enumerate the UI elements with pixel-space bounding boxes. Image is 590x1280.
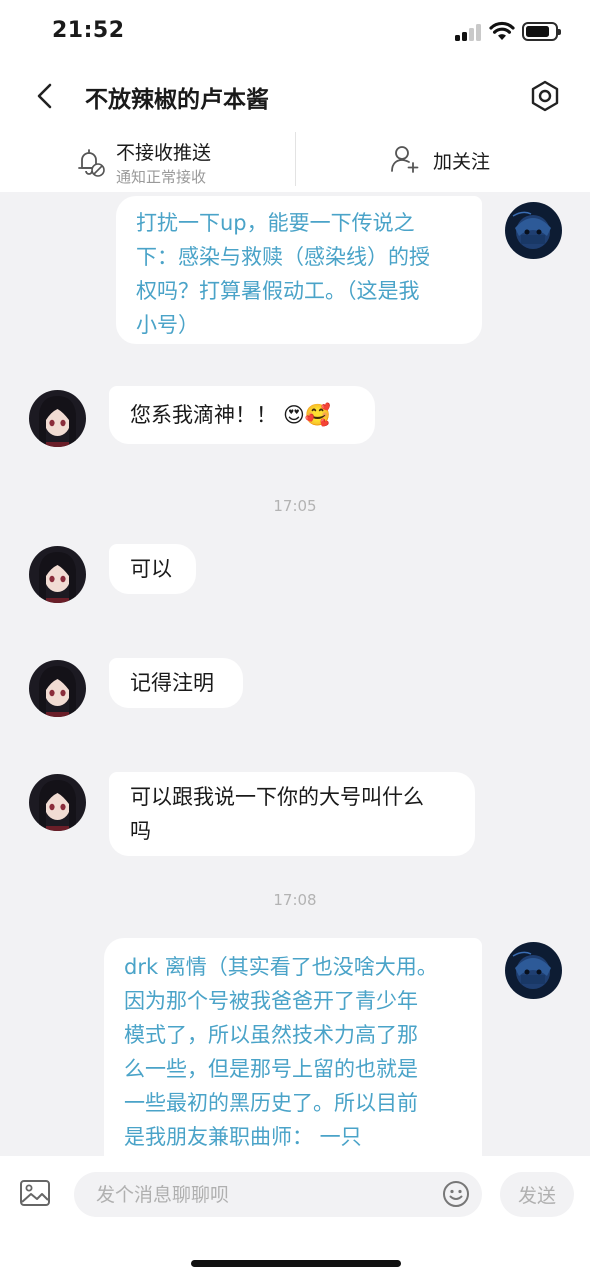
push-notification-toggle[interactable]: 不接收推送 通知正常接收	[74, 134, 274, 188]
action-row: 不接收推送 通知正常接收 加关注	[0, 128, 590, 192]
push-toggle-label: 不接收推送	[116, 142, 212, 164]
follow-label: 加关注	[433, 151, 491, 173]
incoming-message-bubble[interactable]: 可以跟我说一下你的大号叫什么 吗	[109, 772, 475, 856]
my-avatar[interactable]	[505, 942, 562, 999]
contact-avatar-image	[29, 660, 86, 717]
message-text: 您系我滴神！！	[130, 403, 277, 427]
wifi-icon	[489, 21, 515, 40]
message-text: 可以	[130, 557, 172, 581]
home-area	[0, 1236, 590, 1280]
image-icon	[20, 1180, 50, 1206]
my-avatar[interactable]	[505, 202, 562, 259]
send-button[interactable]: 发送	[500, 1172, 574, 1217]
back-button[interactable]	[28, 78, 64, 114]
image-picker-button[interactable]	[18, 1176, 52, 1210]
incoming-message-bubble[interactable]: 您系我滴神！！ 😍🥰	[109, 386, 375, 444]
push-toggle-sublabel: 通知正常接收	[116, 168, 207, 186]
page-title: 不放辣椒的卢本酱	[85, 87, 269, 113]
incoming-message-bubble[interactable]: 记得注明	[109, 658, 243, 708]
home-indicator[interactable]	[191, 1260, 401, 1267]
contact-avatar[interactable]	[29, 660, 86, 717]
back-arrow-icon	[37, 83, 52, 109]
status-time: 21:52	[52, 18, 125, 43]
message-text: drk 离情（其实看了也没啥大用。 因为那个号被我爸爸开了青少年 模式了，所以虽…	[124, 955, 438, 1149]
contact-avatar-image	[29, 390, 86, 447]
cellular-signal-icon	[455, 23, 483, 41]
outgoing-message-bubble[interactable]: 打扰一下up，能要一下传说之 下：感染与救赎（感染线）的授 权吗？打算暑假动工。…	[116, 196, 482, 344]
hexagon-settings-icon	[531, 80, 559, 112]
user-plus-icon	[391, 146, 419, 173]
input-bar: 发送	[0, 1156, 590, 1236]
message-text: 可以跟我说一下你的大号叫什么 吗	[130, 785, 424, 843]
message-emoji: 😍🥰	[283, 403, 332, 427]
my-avatar-image	[505, 942, 562, 999]
my-avatar-image	[505, 202, 562, 259]
outgoing-message-bubble[interactable]: drk 离情（其实看了也没啥大用。 因为那个号被我爸爸开了青少年 模式了，所以虽…	[104, 938, 482, 1156]
chat-area[interactable]: 打扰一下up，能要一下传说之 下：感染与救赎（感染线）的授 权吗？打算暑假动工。…	[0, 192, 590, 1156]
nav-bar: 不放辣椒的卢本酱	[0, 64, 590, 128]
incoming-message-bubble[interactable]: 可以	[109, 544, 196, 594]
message-input[interactable]	[74, 1172, 482, 1217]
bell-off-icon	[78, 149, 105, 177]
contact-avatar-image	[29, 774, 86, 831]
follow-button[interactable]: 加关注	[390, 140, 510, 180]
message-timestamp: 17:05	[273, 497, 317, 515]
emoji-button[interactable]	[442, 1180, 470, 1208]
battery-icon	[522, 22, 561, 41]
contact-avatar[interactable]	[29, 390, 86, 447]
message-text: 记得注明	[130, 671, 214, 695]
contact-avatar[interactable]	[29, 546, 86, 603]
action-divider	[295, 132, 296, 186]
settings-button[interactable]	[526, 77, 564, 115]
message-timestamp: 17:08	[273, 891, 317, 909]
contact-avatar-image	[29, 546, 86, 603]
emoji-icon	[443, 1181, 469, 1207]
message-text: 打扰一下up，能要一下传说之 下：感染与救赎（感染线）的授 权吗？打算暑假动工。…	[136, 211, 430, 337]
status-bar: 21:52	[0, 0, 590, 64]
contact-avatar[interactable]	[29, 774, 86, 831]
